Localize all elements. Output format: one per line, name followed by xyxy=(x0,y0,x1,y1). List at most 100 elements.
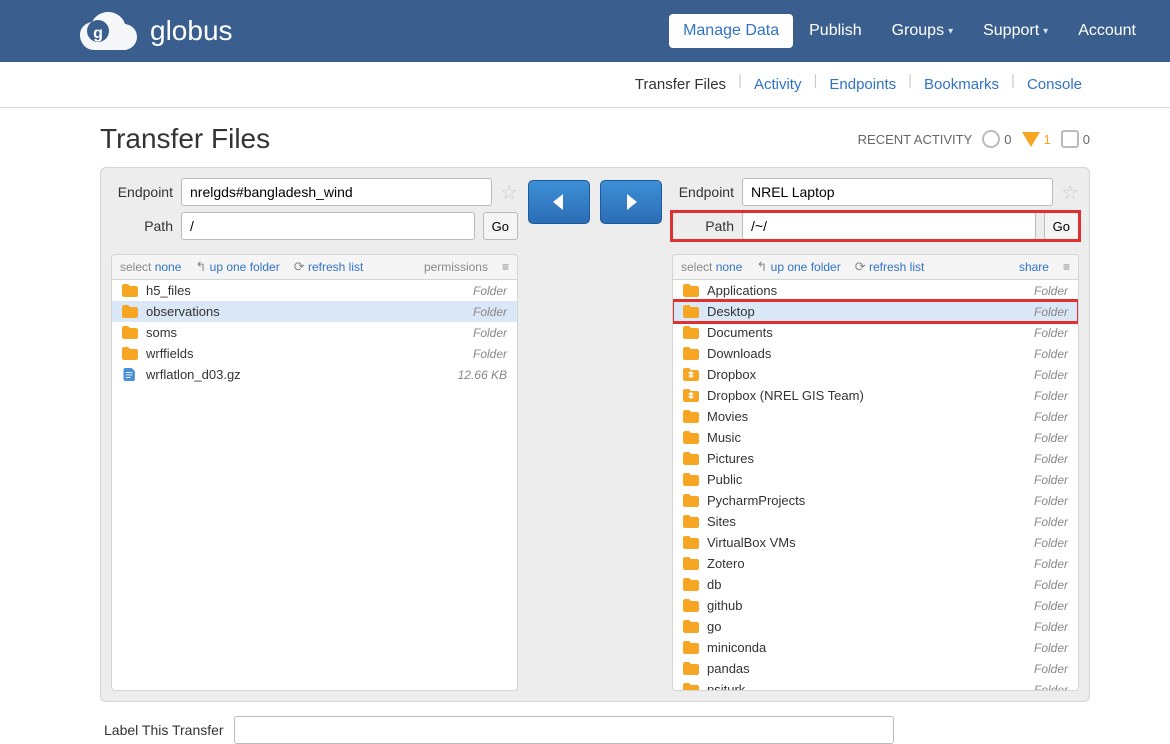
file-row[interactable]: githubFolder xyxy=(673,595,1078,616)
hamburger-icon[interactable]: ≡ xyxy=(1063,260,1070,274)
up-folder-link[interactable]: up one folder xyxy=(210,260,280,274)
refresh-link[interactable]: refresh list xyxy=(869,260,924,274)
file-name: github xyxy=(707,598,1034,613)
file-name: Dropbox (NREL GIS Team) xyxy=(707,388,1034,403)
nav-item-account[interactable]: Account xyxy=(1064,14,1150,48)
file-row[interactable]: DropboxFolder xyxy=(673,364,1078,385)
file-row[interactable]: SitesFolder xyxy=(673,511,1078,532)
logo[interactable]: g globus xyxy=(80,12,233,50)
file-type: Folder xyxy=(1034,662,1068,676)
up-arrow-icon: ↰ xyxy=(756,259,767,274)
file-type: Folder xyxy=(1034,620,1068,634)
transfer-left-button[interactable] xyxy=(528,180,590,224)
file-name: pandas xyxy=(707,661,1034,676)
permissions-link[interactable]: permissions xyxy=(424,260,488,274)
file-row[interactable]: psiturkFolder xyxy=(673,679,1078,691)
file-row[interactable]: DownloadsFolder xyxy=(673,343,1078,364)
bookmark-star-icon[interactable]: ☆ xyxy=(500,180,518,205)
source-path-input[interactable] xyxy=(181,212,475,240)
file-row[interactable]: MusicFolder xyxy=(673,427,1078,448)
subnav-transfer-files[interactable]: Transfer Files xyxy=(627,72,734,97)
file-type: Folder xyxy=(1034,536,1068,550)
select-none-link[interactable]: none xyxy=(716,260,743,274)
subnav-bookmarks[interactable]: Bookmarks xyxy=(916,72,1007,97)
dest-file-list[interactable]: ApplicationsFolderDesktopFolderDocuments… xyxy=(672,279,1079,691)
file-row[interactable]: PycharmProjectsFolder xyxy=(673,490,1078,511)
up-folder-link[interactable]: up one folder xyxy=(771,260,841,274)
share-link[interactable]: share xyxy=(1019,260,1049,274)
source-panel: Endpoint ☆ Path Go select none ↰ up one … xyxy=(111,178,518,691)
file-name: observations xyxy=(146,304,473,319)
file-row[interactable]: Dropbox (NREL GIS Team)Folder xyxy=(673,385,1078,406)
dest-path-input[interactable] xyxy=(742,212,1036,240)
subnav-console[interactable]: Console xyxy=(1019,72,1090,97)
file-type: Folder xyxy=(473,347,507,361)
file-name: Public xyxy=(707,472,1034,487)
file-row[interactable]: DocumentsFolder xyxy=(673,322,1078,343)
nav-item-publish[interactable]: Publish xyxy=(795,14,875,48)
file-type: Folder xyxy=(473,326,507,340)
subnav-endpoints[interactable]: Endpoints xyxy=(821,72,904,97)
file-row[interactable]: wrffieldsFolder xyxy=(112,343,517,364)
file-type: Folder xyxy=(1034,305,1068,319)
bookmark-star-icon[interactable]: ☆ xyxy=(1061,180,1079,205)
source-endpoint-input[interactable] xyxy=(181,178,492,206)
file-name: Sites xyxy=(707,514,1034,529)
file-row[interactable]: somsFolder xyxy=(112,322,517,343)
refresh-icon: ⟳ xyxy=(294,259,305,274)
file-row[interactable]: ApplicationsFolder xyxy=(673,280,1078,301)
globus-cloud-icon: g xyxy=(80,12,140,50)
subnav-activity[interactable]: Activity xyxy=(746,72,810,97)
file-name: Pictures xyxy=(707,451,1034,466)
file-row[interactable]: observationsFolder xyxy=(112,301,517,322)
file-row[interactable]: ZoteroFolder xyxy=(673,553,1078,574)
transfer-right-button[interactable] xyxy=(600,180,662,224)
label-transfer-input[interactable] xyxy=(234,716,894,744)
svg-text:g: g xyxy=(93,25,103,42)
file-row[interactable]: VirtualBox VMsFolder xyxy=(673,532,1078,553)
title-row: Transfer Files RECENT ACTIVITY 0 1 0 xyxy=(100,123,1090,155)
source-file-list[interactable]: h5_filesFolderobservationsFoldersomsFold… xyxy=(111,279,518,691)
triangle-icon xyxy=(1022,132,1040,147)
file-row[interactable]: h5_filesFolder xyxy=(112,280,517,301)
file-row[interactable]: dbFolder xyxy=(673,574,1078,595)
activity-warning[interactable]: 1 xyxy=(1022,132,1051,147)
file-name: soms xyxy=(146,325,473,340)
activity-success-count: 0 xyxy=(1004,132,1011,147)
file-type: Folder xyxy=(1034,557,1068,571)
file-type: Folder xyxy=(473,284,507,298)
activity-success[interactable]: 0 xyxy=(982,130,1011,148)
path-label: Path xyxy=(111,218,173,234)
file-row[interactable]: PublicFolder xyxy=(673,469,1078,490)
activity-error[interactable]: 0 xyxy=(1061,130,1090,148)
file-row[interactable]: goFolder xyxy=(673,616,1078,637)
label-transfer-text: Label This Transfer xyxy=(104,722,224,738)
file-name: wrflatlon_d03.gz xyxy=(146,367,458,382)
file-name: Applications xyxy=(707,283,1034,298)
file-row[interactable]: DesktopFolder xyxy=(673,301,1078,322)
file-row[interactable]: minicondaFolder xyxy=(673,637,1078,658)
file-row[interactable]: PicturesFolder xyxy=(673,448,1078,469)
activity-warning-count: 1 xyxy=(1044,132,1051,147)
nav-item-support[interactable]: Support▾ xyxy=(969,14,1062,48)
dest-list-toolbar: select none ↰ up one folder ⟳ refresh li… xyxy=(672,254,1079,279)
file-type: 12.66 KB xyxy=(458,368,507,382)
hamburger-icon[interactable]: ≡ xyxy=(502,260,509,274)
dest-go-button[interactable]: Go xyxy=(1044,212,1079,240)
file-name: db xyxy=(707,577,1034,592)
source-go-button[interactable]: Go xyxy=(483,212,518,240)
recent-activity-label: RECENT ACTIVITY xyxy=(858,132,973,147)
refresh-link[interactable]: refresh list xyxy=(308,260,363,274)
file-row[interactable]: MoviesFolder xyxy=(673,406,1078,427)
dest-endpoint-input[interactable] xyxy=(742,178,1053,206)
select-none-link[interactable]: none xyxy=(155,260,182,274)
file-name: Documents xyxy=(707,325,1034,340)
file-type: Folder xyxy=(1034,368,1068,382)
page-title: Transfer Files xyxy=(100,123,270,155)
file-row[interactable]: wrflatlon_d03.gz12.66 KB xyxy=(112,364,517,385)
nav-item-groups[interactable]: Groups▾ xyxy=(878,14,968,48)
panels-container: Endpoint ☆ Path Go select none ↰ up one … xyxy=(100,167,1090,702)
nav-item-manage-data[interactable]: Manage Data xyxy=(669,14,793,48)
file-name: psiturk xyxy=(707,682,1034,691)
file-row[interactable]: pandasFolder xyxy=(673,658,1078,679)
